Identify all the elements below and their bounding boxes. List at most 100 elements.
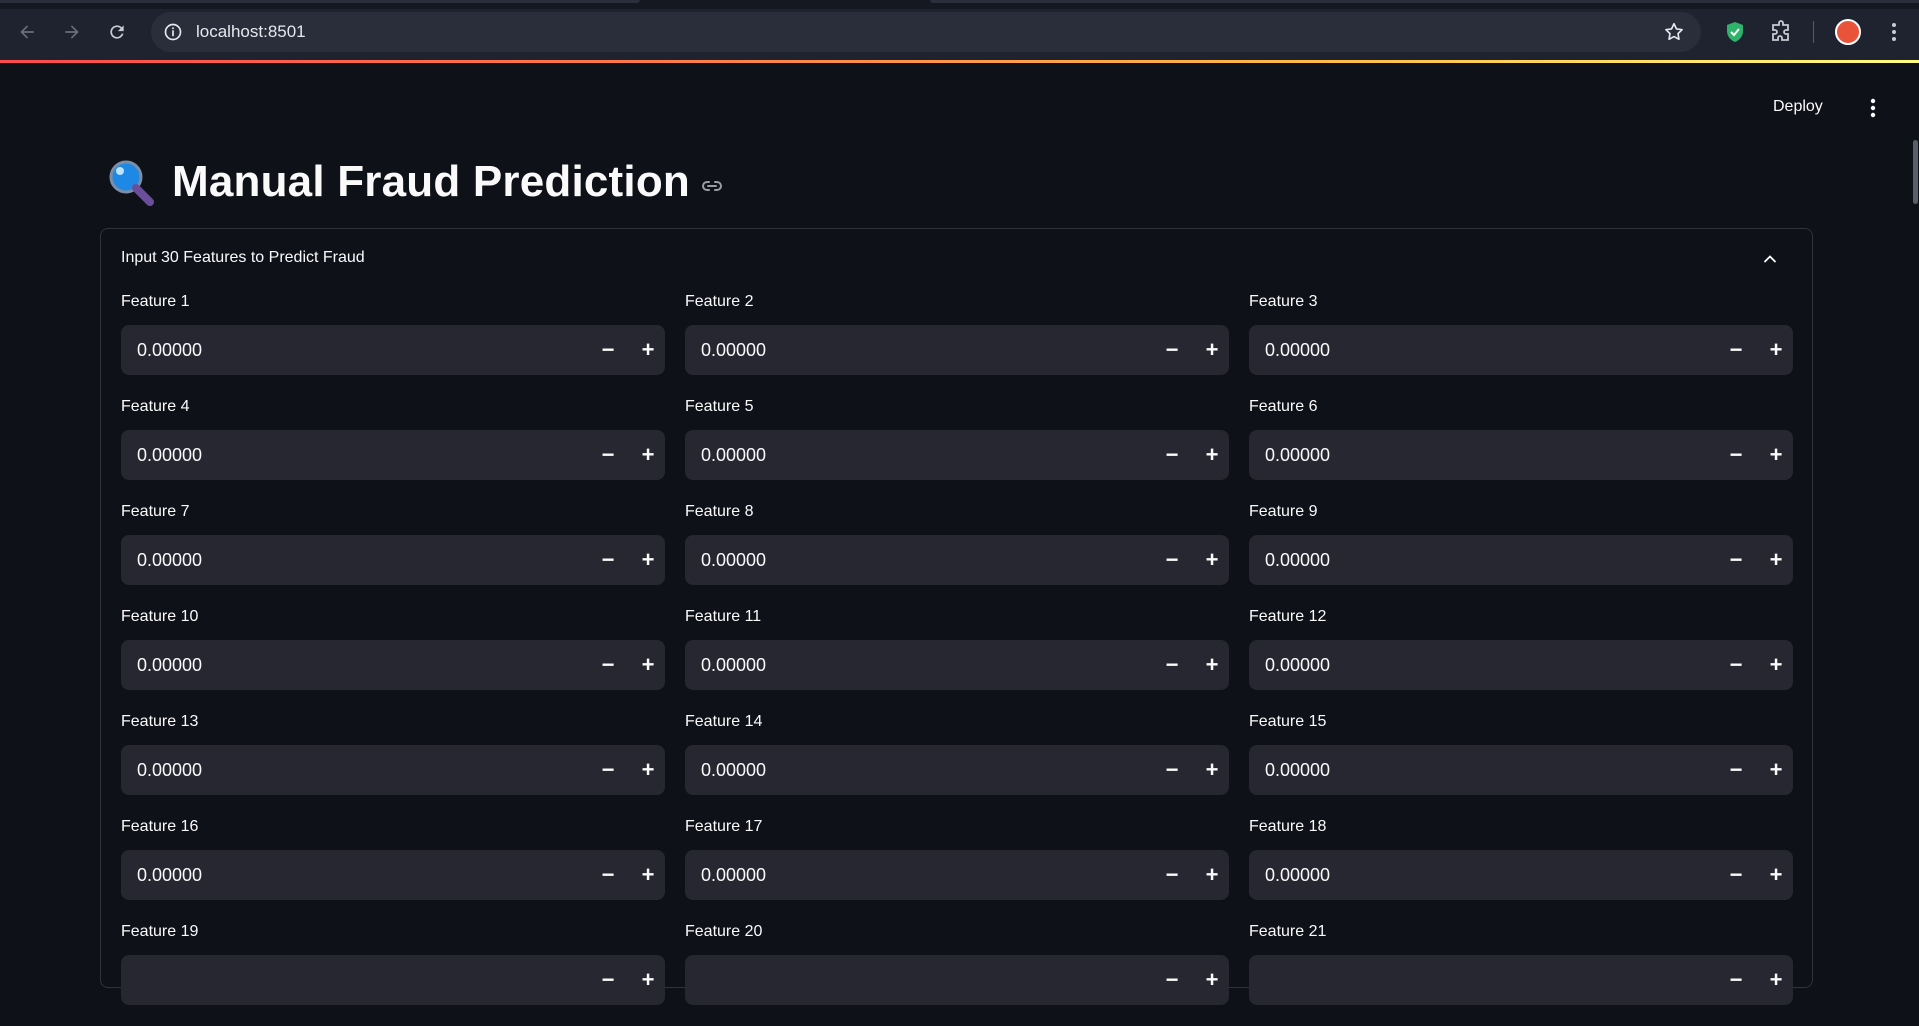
- site-info-icon[interactable]: [163, 22, 183, 42]
- increment-button[interactable]: +: [1196, 754, 1228, 786]
- decrement-button[interactable]: −: [1156, 964, 1188, 996]
- feature-label: Feature 17: [685, 818, 763, 835]
- feature-field: Feature 15 −+: [1249, 711, 1793, 816]
- number-input: −+: [121, 640, 665, 690]
- feature-field: Feature 7 −+: [121, 501, 665, 606]
- decrement-button[interactable]: −: [1156, 859, 1188, 891]
- page-title-row: Manual Fraud Prediction: [106, 152, 724, 212]
- feature-input[interactable]: [121, 955, 561, 1005]
- decrement-button[interactable]: −: [592, 439, 624, 471]
- increment-button[interactable]: +: [1760, 334, 1792, 366]
- link-icon[interactable]: [700, 174, 724, 198]
- main-menu-icon[interactable]: [1861, 96, 1885, 120]
- forward-button[interactable]: [56, 16, 88, 48]
- increment-button[interactable]: +: [1196, 859, 1228, 891]
- increment-button[interactable]: +: [632, 439, 664, 471]
- feature-input[interactable]: [1249, 325, 1689, 375]
- feature-field: Feature 5 −+: [685, 396, 1229, 501]
- feature-input[interactable]: [685, 850, 1125, 900]
- increment-button[interactable]: +: [632, 649, 664, 681]
- tab-strip-right: [930, 0, 1919, 3]
- feature-input[interactable]: [685, 430, 1125, 480]
- bookmark-star-icon[interactable]: [1663, 21, 1685, 43]
- reload-icon: [110, 25, 124, 39]
- address-bar[interactable]: localhost:8501: [151, 12, 1701, 52]
- decrement-button[interactable]: −: [592, 859, 624, 891]
- number-input: −+: [121, 745, 665, 795]
- decrement-button[interactable]: −: [1720, 754, 1752, 786]
- chevron-up-icon[interactable]: [1760, 249, 1780, 269]
- feature-field: Feature 17 −+: [685, 816, 1229, 921]
- decrement-button[interactable]: −: [1720, 334, 1752, 366]
- increment-button[interactable]: +: [1196, 964, 1228, 996]
- feature-input[interactable]: [121, 745, 561, 795]
- puzzle-icon[interactable]: [1769, 20, 1793, 44]
- feature-input[interactable]: [685, 745, 1125, 795]
- number-input: −+: [1249, 850, 1793, 900]
- decrement-button[interactable]: −: [1156, 649, 1188, 681]
- increment-button[interactable]: +: [632, 964, 664, 996]
- number-input: −+: [1249, 325, 1793, 375]
- decrement-button[interactable]: −: [1156, 334, 1188, 366]
- deploy-button[interactable]: Deploy: [1773, 95, 1823, 119]
- decrement-button[interactable]: −: [592, 964, 624, 996]
- decrement-button[interactable]: −: [592, 649, 624, 681]
- decrement-button[interactable]: −: [1720, 439, 1752, 471]
- feature-input[interactable]: [121, 430, 561, 480]
- feature-field: Feature 20 − +: [685, 921, 1229, 1026]
- decrement-button[interactable]: −: [592, 334, 624, 366]
- increment-button[interactable]: +: [1760, 964, 1792, 996]
- reload-button[interactable]: [101, 16, 133, 48]
- feature-input[interactable]: [121, 325, 561, 375]
- feature-input[interactable]: [121, 535, 561, 585]
- increment-button[interactable]: +: [1760, 649, 1792, 681]
- feature-grid: Feature 1−+Feature 2−+Feature 3−+Feature…: [121, 291, 1793, 1026]
- browser-menu-icon[interactable]: [1882, 20, 1906, 44]
- increment-button[interactable]: +: [1196, 439, 1228, 471]
- expander-label: Input 30 Features to Predict Fraud: [121, 249, 365, 266]
- increment-button[interactable]: +: [1760, 859, 1792, 891]
- feature-field: Feature 4 −+: [121, 396, 665, 501]
- feature-input[interactable]: [685, 535, 1125, 585]
- decrement-button[interactable]: −: [1156, 439, 1188, 471]
- increment-button[interactable]: +: [632, 334, 664, 366]
- feature-input[interactable]: [1249, 850, 1689, 900]
- increment-button[interactable]: +: [1760, 544, 1792, 576]
- increment-button[interactable]: +: [632, 544, 664, 576]
- expander-header[interactable]: Input 30 Features to Predict Fraud: [121, 249, 1792, 271]
- decrement-button[interactable]: −: [1720, 544, 1752, 576]
- feature-input[interactable]: [121, 640, 561, 690]
- number-input: −+: [1249, 745, 1793, 795]
- increment-button[interactable]: +: [1196, 649, 1228, 681]
- feature-input[interactable]: [685, 955, 1125, 1005]
- feature-input[interactable]: [1249, 535, 1689, 585]
- increment-button[interactable]: +: [632, 754, 664, 786]
- decrement-button[interactable]: −: [1156, 544, 1188, 576]
- increment-button[interactable]: +: [632, 859, 664, 891]
- feature-input[interactable]: [685, 640, 1125, 690]
- increment-button[interactable]: +: [1760, 754, 1792, 786]
- feature-input[interactable]: [685, 325, 1125, 375]
- feature-input[interactable]: [121, 850, 561, 900]
- decrement-button[interactable]: −: [1720, 859, 1752, 891]
- feature-input[interactable]: [1249, 745, 1689, 795]
- shield-check-icon[interactable]: [1723, 20, 1747, 44]
- page-title: Manual Fraud Prediction: [172, 157, 690, 206]
- profile-avatar[interactable]: [1835, 19, 1861, 45]
- decrement-button[interactable]: −: [1156, 754, 1188, 786]
- feature-input[interactable]: [1249, 640, 1689, 690]
- increment-button[interactable]: +: [1196, 544, 1228, 576]
- increment-button[interactable]: +: [1196, 334, 1228, 366]
- decrement-button[interactable]: −: [1720, 649, 1752, 681]
- feature-input[interactable]: [1249, 955, 1689, 1005]
- page-scrollbar[interactable]: [1913, 140, 1918, 204]
- back-button[interactable]: [11, 16, 43, 48]
- increment-button[interactable]: +: [1760, 439, 1792, 471]
- feature-field: Feature 21 − +: [1249, 921, 1793, 1026]
- decrement-button[interactable]: −: [592, 544, 624, 576]
- decrement-button[interactable]: −: [1720, 964, 1752, 996]
- feature-input[interactable]: [1249, 430, 1689, 480]
- decrement-button[interactable]: −: [592, 754, 624, 786]
- feature-field: Feature 16 −+: [121, 816, 665, 921]
- number-input: −+: [121, 535, 665, 585]
